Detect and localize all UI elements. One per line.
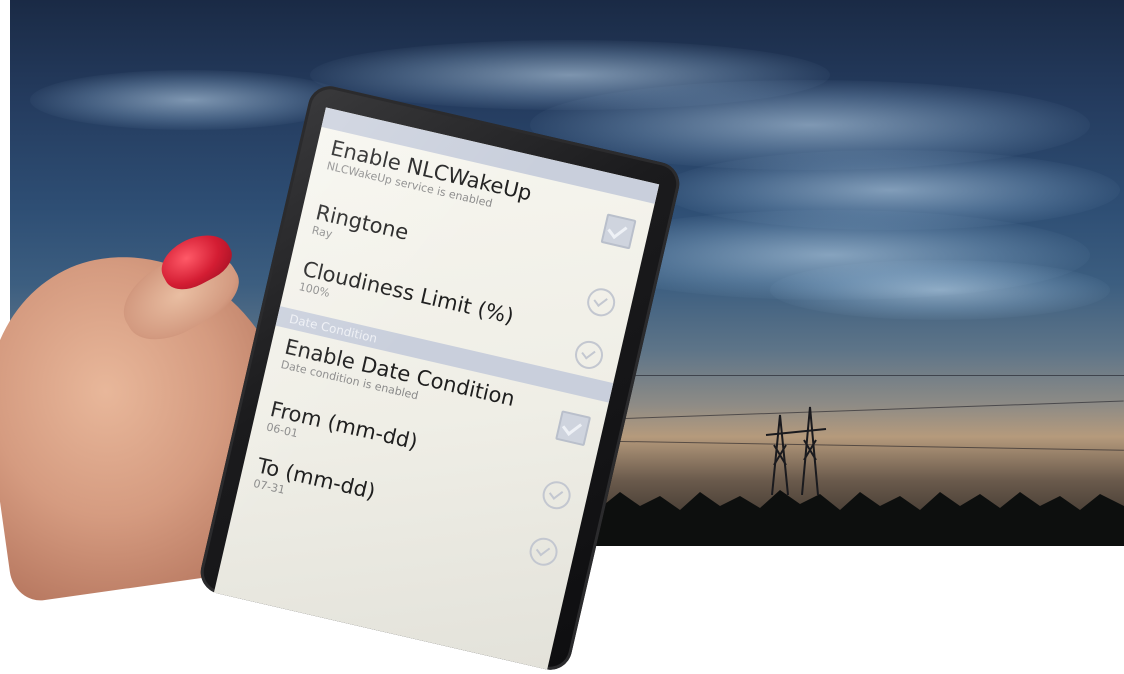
checkbox-checked-icon[interactable]	[600, 213, 637, 250]
noctilucent-cloud	[770, 260, 1110, 320]
checkbox-checked-icon[interactable]	[555, 410, 592, 447]
noctilucent-cloud	[30, 70, 350, 130]
